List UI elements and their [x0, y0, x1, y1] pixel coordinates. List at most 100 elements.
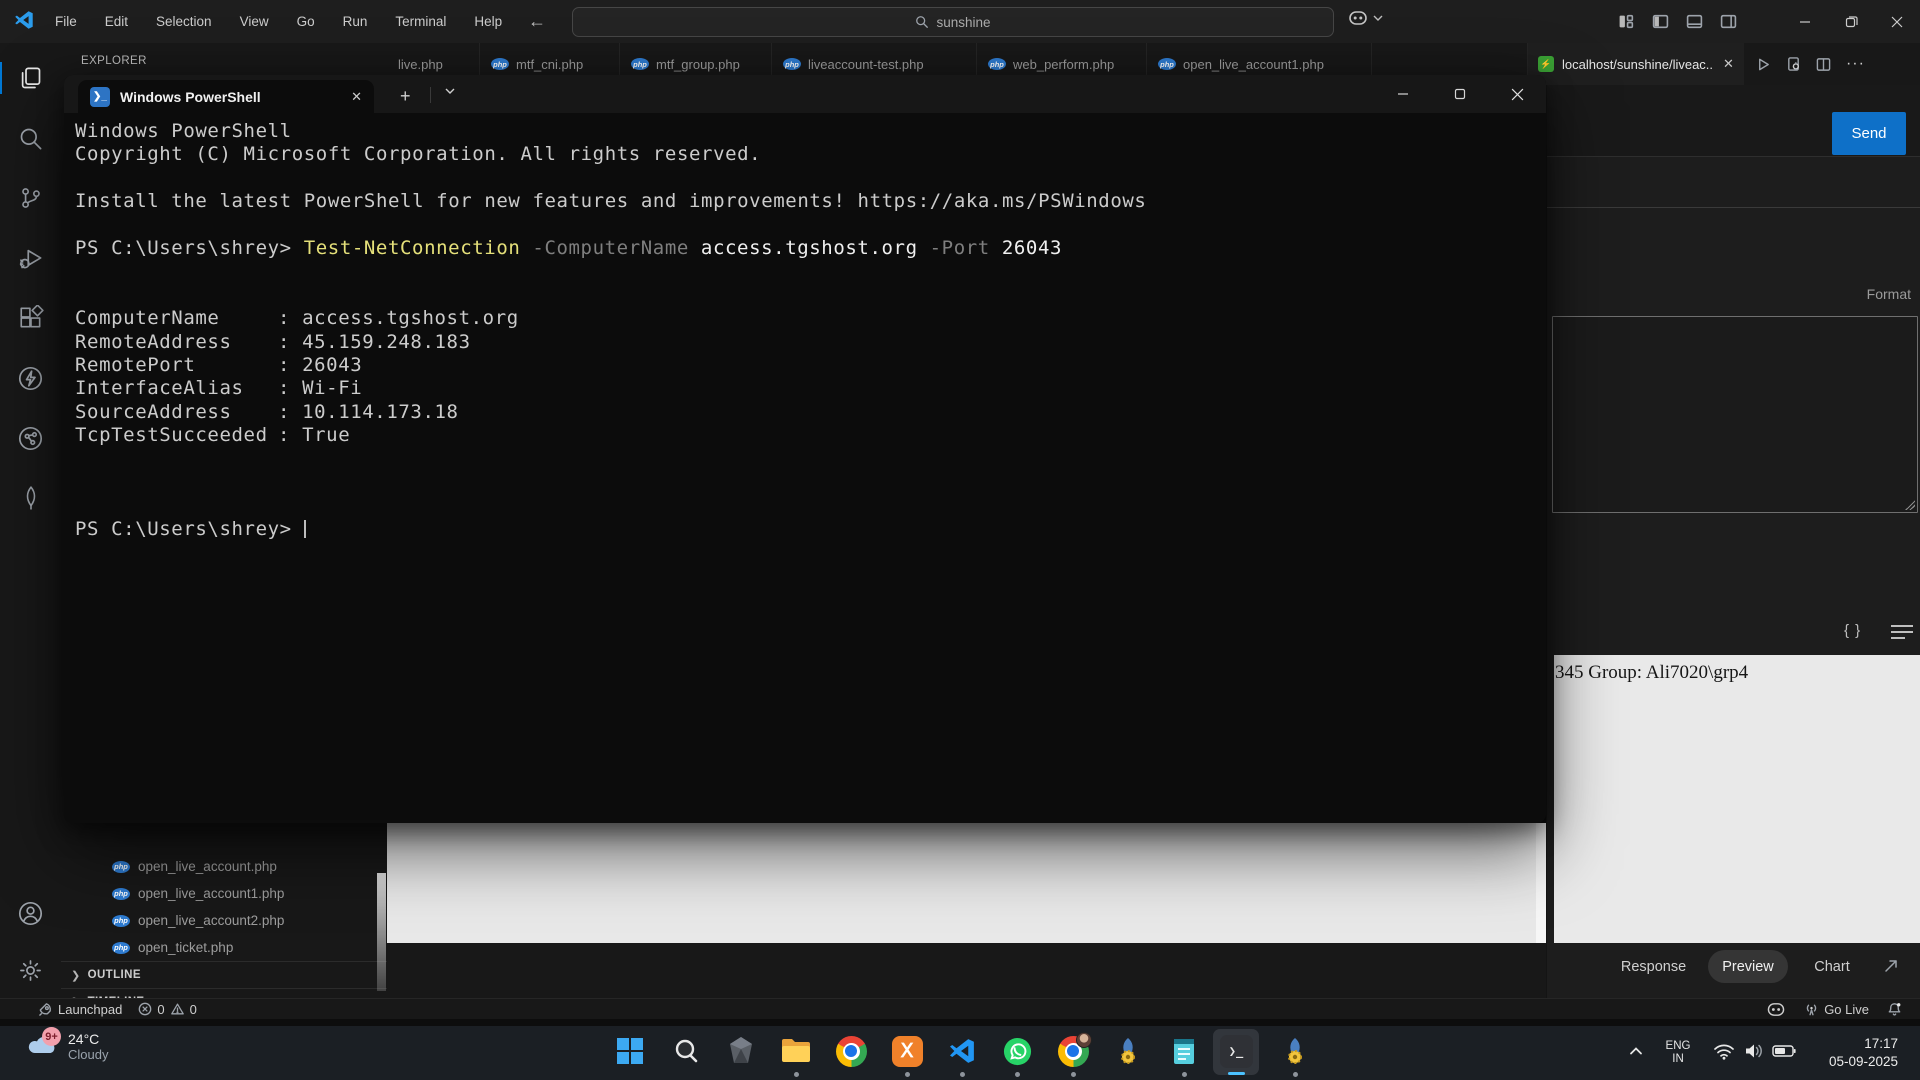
tab-response[interactable]: Response: [1611, 950, 1696, 983]
menubar: File Edit Selection View Go Run Terminal…: [55, 14, 502, 29]
xampp-icon[interactable]: ꓫ: [889, 1033, 925, 1069]
go-live-item[interactable]: Go Live: [1804, 1002, 1869, 1017]
menu-help[interactable]: Help: [474, 14, 502, 29]
error-icon: [138, 1002, 152, 1016]
expand-icon[interactable]: [1881, 956, 1901, 976]
toggle-panel-icon[interactable]: [1686, 13, 1703, 30]
activity-settings-gear-icon[interactable]: [0, 945, 61, 995]
language-indicator[interactable]: ENGIN: [1658, 1040, 1698, 1066]
terminal-content[interactable]: Windows PowerShell Copyright (C) Microso…: [75, 120, 1538, 541]
activity-account-icon[interactable]: [0, 888, 61, 938]
menu-selection[interactable]: Selection: [156, 14, 212, 29]
activity-source-control-icon[interactable]: [0, 173, 61, 223]
preview-scrollbar[interactable]: [1536, 823, 1546, 943]
divider: [430, 87, 431, 103]
menu-view[interactable]: View: [240, 14, 269, 29]
file-explorer-icon[interactable]: [778, 1033, 814, 1069]
split-editor-icon[interactable]: [1816, 57, 1831, 72]
gem-app-icon[interactable]: [723, 1033, 759, 1069]
notifications-bell-icon[interactable]: [1887, 1001, 1902, 1017]
new-tab-icon[interactable]: +: [400, 84, 411, 108]
editor-under-strip: [387, 943, 1546, 998]
lines-format-icon[interactable]: [1891, 625, 1913, 643]
tab-close-icon[interactable]: ✕: [351, 89, 362, 105]
running-indicator: [1015, 1072, 1020, 1077]
tab-preview[interactable]: Preview: [1708, 950, 1788, 983]
customize-layout-icon[interactable]: [1618, 13, 1635, 30]
terminal-maximize-icon[interactable]: [1437, 75, 1483, 113]
vscode-logo-icon: [13, 9, 35, 34]
launchpad-item[interactable]: Launchpad: [38, 1002, 122, 1017]
menu-edit[interactable]: Edit: [105, 14, 128, 29]
notepad-icon[interactable]: [1166, 1033, 1202, 1069]
start-button-icon[interactable]: [612, 1033, 648, 1069]
window-minimize-icon[interactable]: [1782, 0, 1828, 43]
tray-clock[interactable]: 17:17 05-09-2025: [1829, 1035, 1898, 1071]
menu-file[interactable]: File: [55, 14, 77, 29]
terminal-glyph-icon: ❯_: [1220, 1035, 1253, 1068]
activity-search-icon[interactable]: [0, 113, 61, 163]
copilot-menu[interactable]: [1348, 9, 1383, 27]
browser-preview-surface[interactable]: [387, 823, 1546, 943]
toggle-primary-sidebar-icon[interactable]: [1652, 13, 1669, 30]
terminal-prompt-line[interactable]: PS C:\Users\shrey>: [75, 518, 1538, 541]
menu-terminal[interactable]: Terminal: [395, 14, 446, 29]
terminal-minimize-icon[interactable]: [1380, 75, 1426, 113]
run-icon[interactable]: [1756, 57, 1771, 72]
json-format-icon[interactable]: { }: [1844, 622, 1861, 639]
tab-dropdown-chevron-icon[interactable]: [444, 83, 456, 101]
command-center-search[interactable]: sunshine: [572, 7, 1334, 37]
window-close-icon[interactable]: [1874, 0, 1920, 43]
file-open_live_account1[interactable]: php open_live_account1.php: [61, 880, 387, 907]
tab-chart[interactable]: Chart: [1802, 950, 1862, 983]
activity-mongodb-icon[interactable]: [0, 473, 61, 523]
activity-explorer-icon[interactable]: [0, 53, 61, 103]
tray-time: 17:17: [1829, 1035, 1898, 1053]
tab-close-icon[interactable]: ✕: [1723, 56, 1734, 72]
chrome-profile-icon[interactable]: [1055, 1033, 1091, 1069]
sidebar-scrollbar[interactable]: [377, 873, 386, 991]
menu-run[interactable]: Run: [343, 14, 368, 29]
file-open_ticket[interactable]: php open_ticket.php: [61, 934, 387, 961]
window-restore-icon[interactable]: [1828, 0, 1874, 43]
device-gear-icon[interactable]: [1786, 56, 1801, 72]
running-indicator: [1182, 1072, 1187, 1077]
terminal-close-icon[interactable]: [1494, 75, 1540, 113]
toggle-secondary-sidebar-icon[interactable]: [1720, 13, 1737, 30]
trading-app-icon-2[interactable]: [1277, 1033, 1313, 1069]
menu-go[interactable]: Go: [297, 14, 315, 29]
whatsapp-icon[interactable]: [999, 1033, 1035, 1069]
terminal-line: Windows PowerShell: [75, 120, 1538, 143]
weather-widget[interactable]: 9+ 24°C Cloudy: [26, 1031, 108, 1062]
outline-section[interactable]: ❯ OUTLINE: [61, 961, 387, 988]
resize-handle-icon[interactable]: [1905, 500, 1915, 510]
vscode-taskbar-icon[interactable]: [944, 1033, 980, 1069]
back-arrow-icon[interactable]: ←: [528, 11, 546, 32]
activity-thunder-client-icon[interactable]: [0, 353, 61, 403]
copilot-status-icon[interactable]: [1766, 1001, 1786, 1018]
trading-app-icon[interactable]: [1110, 1033, 1146, 1069]
chrome-icon[interactable]: [833, 1033, 869, 1069]
battery-icon[interactable]: [1766, 1033, 1802, 1069]
powershell-icon: ❯_: [90, 87, 110, 107]
taskbar-search-icon[interactable]: [668, 1033, 704, 1069]
search-text: sunshine: [936, 15, 990, 30]
output-row: RemotePort26043: [75, 354, 1538, 377]
request-body-textarea[interactable]: [1552, 316, 1918, 513]
activity-extensions-icon[interactable]: [0, 293, 61, 343]
terminal-command-line: PS C:\Users\shrey>Test-NetConnection-Com…: [75, 237, 1538, 260]
tab-localhost-preview[interactable]: ⚡ localhost/sunshine/liveac.. ✕: [1528, 43, 1744, 85]
response-preview-pane[interactable]: 345 Group: Ali7020\grp4: [1554, 655, 1920, 943]
file-open_live_account2[interactable]: php open_live_account2.php: [61, 907, 387, 934]
terminal-taskbar-icon[interactable]: ❯_: [1218, 1033, 1254, 1069]
file-open_live_account[interactable]: php open_live_account.php: [61, 853, 387, 880]
tray-chevron-up-icon[interactable]: [1618, 1033, 1654, 1069]
format-label[interactable]: Format: [1867, 286, 1911, 302]
terminal-titlebar[interactable]: ❯_ Windows PowerShell ✕ +: [64, 75, 1546, 113]
powershell-tab[interactable]: ❯_ Windows PowerShell ✕: [78, 80, 374, 113]
send-button[interactable]: Send: [1832, 112, 1906, 155]
activity-run-debug-icon[interactable]: [0, 233, 61, 283]
more-actions-icon[interactable]: ···: [1846, 55, 1865, 73]
activity-remote-graph-icon[interactable]: [0, 413, 61, 463]
problems-item[interactable]: 0 0: [138, 1002, 196, 1017]
